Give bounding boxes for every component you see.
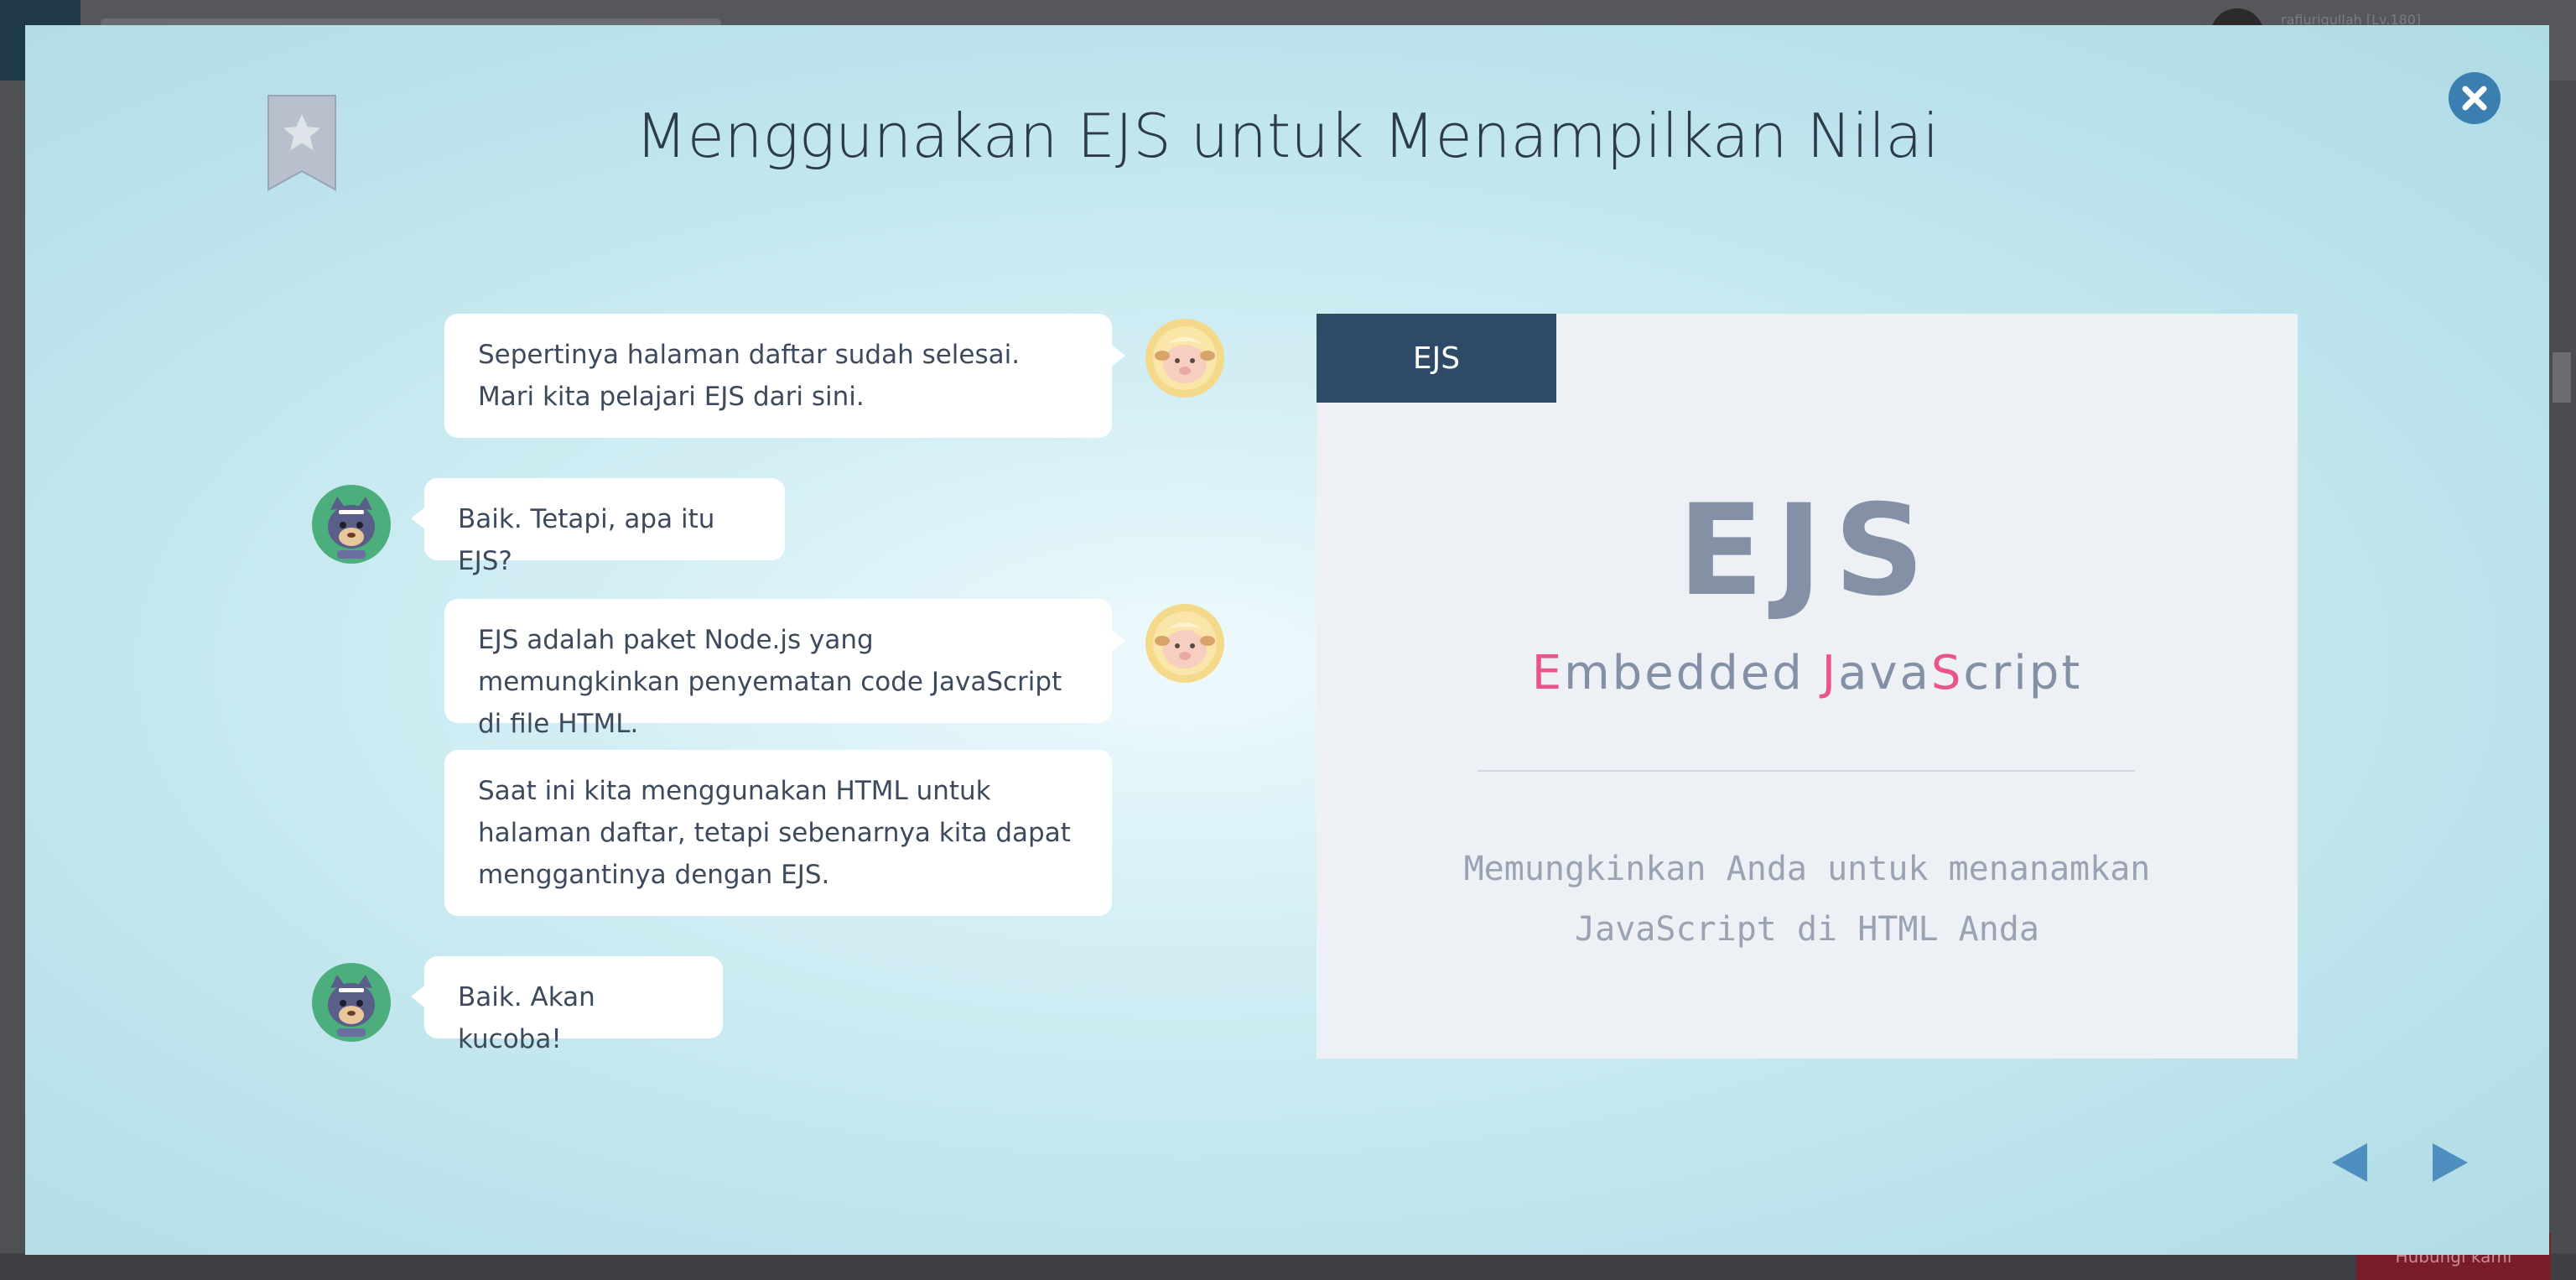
close-button[interactable] <box>2449 72 2501 124</box>
next-arrow-icon <box>2433 1143 2468 1182</box>
chat-message-text: Saat ini kita menggunakan HTML untuk hal… <box>478 776 1071 890</box>
slide-logo: EJS <box>1677 478 1937 624</box>
chat-message: Sepertinya halaman daftar sudah selesai.… <box>444 314 1125 438</box>
slide-divider <box>1478 770 2135 772</box>
chat-message: Baik. Tetapi, apa itu EJS? <box>411 478 785 576</box>
cat-avatar-icon <box>312 485 391 564</box>
chat-message-text: Sepertinya halaman daftar sudah selesai.… <box>478 340 1021 412</box>
chat-message: Saat ini kita menggunakan HTML untuk hal… <box>444 750 1112 916</box>
prev-arrow-icon <box>2332 1143 2367 1182</box>
subtitle-letter: J <box>1821 646 1839 700</box>
cat-avatar-icon <box>312 963 391 1042</box>
sheep-avatar-icon <box>1145 604 1224 683</box>
background-bottom-bar <box>0 1253 2576 1280</box>
chat-message-text: Baik. Akan kucoba! <box>458 982 595 1054</box>
chat-message: Baik. Akan kucoba! <box>411 956 723 1054</box>
sheep-avatar-icon <box>1145 319 1224 398</box>
chat-message-text: EJS adalah paket Node.js yang memungkink… <box>478 625 1062 739</box>
lesson-title: Menggunakan EJS untuk Menampilkan Nilai <box>635 101 1940 171</box>
subtitle-text: ava <box>1838 646 1931 700</box>
chat-message: EJS adalah paket Node.js yang memungkink… <box>444 599 1125 739</box>
prev-button[interactable] <box>2324 1137 2375 1188</box>
subtitle-letter: E <box>1531 646 1565 700</box>
scrollbar-thumb <box>2553 352 2571 403</box>
slide-subtitle: Embedded JavaScript <box>1317 646 2298 700</box>
slide-description-line: JavaScript di HTML Anda <box>1575 910 2039 949</box>
slide-tab: EJS <box>1317 314 1556 403</box>
close-icon <box>2462 86 2487 111</box>
subtitle-letter: S <box>1930 646 1964 700</box>
next-button[interactable] <box>2425 1137 2475 1188</box>
background-sidebar <box>0 81 25 1280</box>
subtitle-text: cript <box>1963 646 2083 700</box>
slide-description-line: Memungkinkan Anda untuk menanamkan <box>1463 850 2151 888</box>
lesson-modal: Menggunakan EJS untuk Menampilkan Nilai … <box>25 25 2549 1255</box>
chat-message-text: Baik. Tetapi, apa itu EJS? <box>458 504 715 576</box>
subtitle-text: mbedded <box>1564 646 1822 700</box>
slide-description: Memungkinkan Anda untuk menanamkan JavaS… <box>1400 839 2214 960</box>
slide-panel: EJS EJS Embedded JavaScript Memungkinkan… <box>1317 314 2298 1059</box>
